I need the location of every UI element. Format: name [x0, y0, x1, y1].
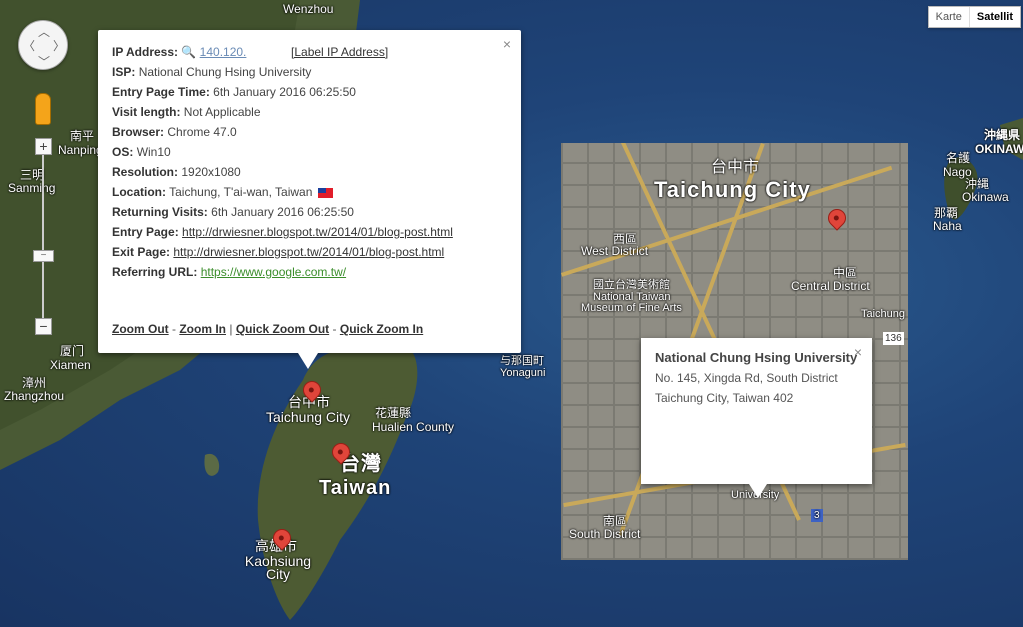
label-naha: Naha: [933, 219, 962, 233]
label-xiamen: Xiamen: [50, 358, 91, 372]
entry-time-value: 6th January 2016 06:25:50: [213, 85, 356, 99]
pan-down-icon[interactable]: ﹀: [38, 53, 50, 70]
entry-page-label: Entry Page:: [112, 225, 179, 239]
inset-museum-en2: Museum of Fine Arts: [581, 302, 682, 314]
inset-road-sign: 136: [883, 332, 904, 345]
referring-label: Referring URL:: [112, 265, 198, 279]
ip-label: IP Address:: [112, 45, 179, 59]
zoom-out-button[interactable]: −: [35, 318, 52, 335]
inset-west: West District: [581, 244, 649, 258]
os-value: Win10: [136, 145, 171, 159]
exit-page-link[interactable]: http://drwiesner.blogspot.tw/2014/01/blo…: [173, 245, 444, 259]
zoom-links: Zoom Out - Zoom In | Quick Zoom Out - Qu…: [112, 322, 423, 336]
label-okinawa: OKINAWA: [975, 142, 1023, 156]
label-nanping-cn: 南平: [70, 129, 95, 143]
label-wenzhou: Wenzhou: [283, 2, 334, 16]
label-hualien-cn: 花蓮縣: [375, 406, 412, 420]
zoom-in-link[interactable]: Zoom In: [179, 322, 226, 336]
inset-taichung: Taichung City: [654, 177, 811, 202]
isp-label: ISP:: [112, 65, 136, 79]
inset-road-sign-3: 3: [811, 509, 823, 522]
returning-value: 6th January 2016 06:25:50: [211, 205, 354, 219]
exit-page-label: Exit Page:: [112, 245, 171, 259]
street-view-pegman-icon[interactable]: [35, 93, 51, 125]
row-returning: Returning Visits: 6th January 2016 06:25…: [112, 202, 507, 222]
row-exit-page: Exit Page: http://drwiesner.blogspot.tw/…: [112, 242, 507, 262]
visit-length-value: Not Applicable: [183, 105, 261, 119]
label-nago-cn: 名護: [946, 151, 971, 165]
entry-time-label: Entry Page Time:: [112, 85, 210, 99]
zoom-out-link[interactable]: Zoom Out: [112, 322, 169, 336]
quick-zoom-out-link[interactable]: Quick Zoom Out: [236, 322, 329, 336]
row-entry-page: Entry Page: http://drwiesner.blogspot.tw…: [112, 222, 507, 242]
university-address-2: Taichung City, Taiwan 402: [655, 391, 794, 405]
browser-value: Chrome 47.0: [167, 125, 237, 139]
map-type-karte-button[interactable]: Karte: [929, 7, 969, 27]
taiwan-flag-icon: [317, 187, 333, 198]
close-icon[interactable]: ×: [854, 344, 862, 360]
label-hualien-1: Hualien County: [372, 420, 455, 434]
close-icon[interactable]: ×: [503, 36, 511, 52]
university-info-popup: × National Chung Hsing University No. 14…: [641, 338, 872, 498]
inset-taichung-station: Taichung: [861, 308, 906, 320]
isp-value: National Chung Hsing University: [138, 65, 312, 79]
row-entry-time: Entry Page Time: 6th January 2016 06:25:…: [112, 82, 507, 102]
row-resolution: Resolution: 1920x1080: [112, 162, 507, 182]
resolution-value: 1920x1080: [181, 165, 241, 179]
label-xiamen-cn: 厦门: [60, 344, 85, 358]
separator: -: [172, 322, 176, 336]
separator: |: [229, 322, 233, 336]
ip-address-link[interactable]: 140.120.: [200, 42, 288, 62]
row-os: OS: Win10: [112, 142, 507, 162]
university-title: National Chung Hsing University: [655, 350, 858, 365]
pan-right-icon[interactable]: 〉: [53, 37, 65, 54]
magnifier-icon[interactable]: 🔍: [181, 45, 196, 59]
zoom-slider-thumb[interactable]: −: [33, 250, 54, 262]
visitor-info-popup: × IP Address: 🔍 140.120. [Label IP Addre…: [98, 30, 521, 369]
label-yonaguni: Yonaguni: [500, 367, 546, 379]
inset-central: Central District: [791, 279, 870, 293]
resolution-label: Resolution:: [112, 165, 178, 179]
label-taiwan-cn: 台灣: [340, 453, 382, 475]
zoom-in-button[interactable]: +: [35, 138, 52, 155]
label-okinawa-city: Okinawa: [962, 190, 1009, 204]
label-zhangzhou: Zhangzhou: [4, 389, 65, 403]
separator: -: [332, 322, 337, 336]
label-taichung: Taichung City: [266, 409, 351, 425]
pan-control[interactable]: ︿ ﹀ 〈 〉: [18, 20, 68, 70]
popup-tail: [298, 353, 318, 369]
label-okinawa-cn: 沖縄県: [984, 128, 1021, 142]
browser-label: Browser:: [112, 125, 165, 139]
label-sanming: Sanming: [8, 181, 56, 195]
quick-zoom-in-link[interactable]: Quick Zoom In: [340, 322, 423, 336]
zoom-slider-track[interactable]: [42, 150, 44, 320]
row-isp: ISP: National Chung Hsing University: [112, 62, 507, 82]
popup-tail: [749, 484, 767, 498]
row-referring: Referring URL: https://www.google.com.tw…: [112, 262, 507, 282]
entry-page-link[interactable]: http://drwiesner.blogspot.tw/2014/01/blo…: [182, 225, 453, 239]
os-label: OS:: [112, 145, 134, 159]
row-visit-length: Visit length: Not Applicable: [112, 102, 507, 122]
inset-taichung-cn: 台中市: [711, 159, 760, 176]
location-label: Location:: [112, 185, 166, 199]
label-nanping: Nanping: [58, 143, 103, 157]
location-value: Taichung, T'ai-wan, Taiwan: [169, 185, 313, 199]
label-ip-address-link[interactable]: [Label IP Address]: [291, 45, 388, 59]
pan-left-icon[interactable]: 〈: [23, 37, 35, 54]
map-type-satellit-button[interactable]: Satellit: [968, 7, 1020, 27]
visit-length-label: Visit length:: [112, 105, 181, 119]
row-browser: Browser: Chrome 47.0: [112, 122, 507, 142]
pan-up-icon[interactable]: ︿: [38, 23, 50, 40]
referring-url-link[interactable]: https://www.google.com.tw/: [201, 265, 346, 279]
label-taiwan: Taiwan: [319, 477, 392, 499]
inset-south: South District: [569, 527, 641, 541]
map-type-toggle: Karte Satellit: [927, 6, 1021, 28]
university-address-1: No. 145, Xingda Rd, South District: [655, 371, 838, 385]
returning-label: Returning Visits:: [112, 205, 208, 219]
inset-map-marker[interactable]: [824, 205, 850, 231]
row-ip: IP Address: 🔍 140.120. [Label IP Address…: [112, 42, 507, 62]
label-kaohsiung: Kaohsiung City: [244, 553, 312, 582]
row-location: Location: Taichung, T'ai-wan, Taiwan: [112, 182, 507, 202]
